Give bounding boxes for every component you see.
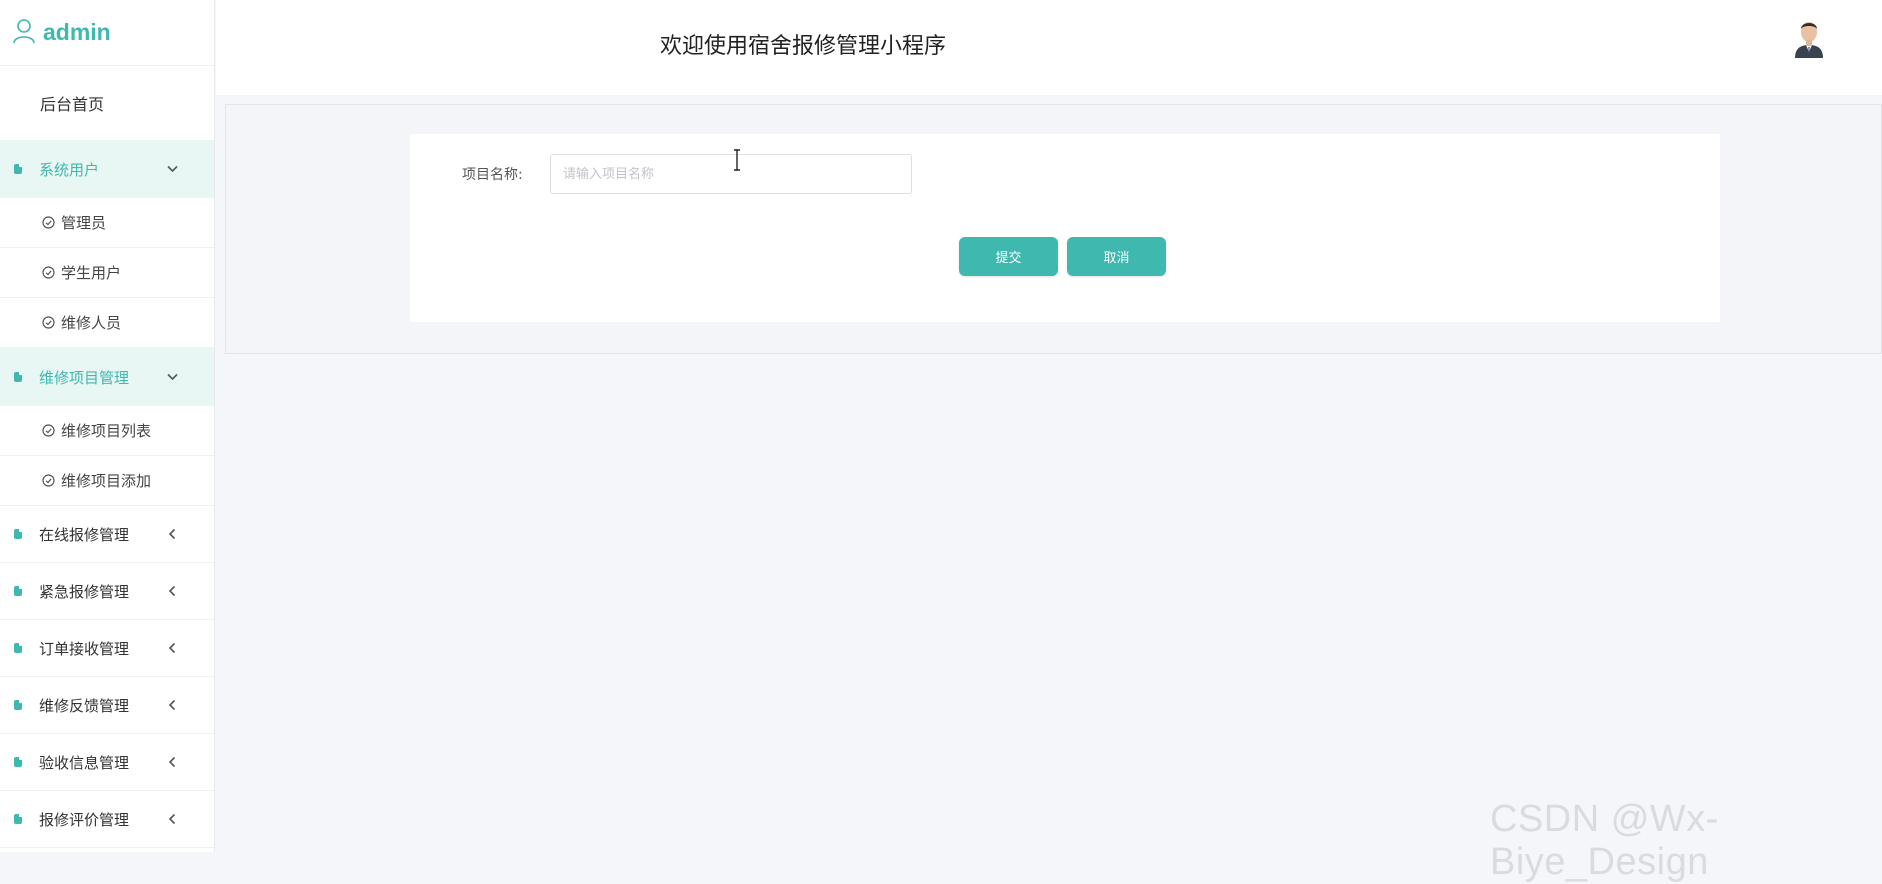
- sidebar-item-label: 维修人员: [61, 314, 122, 332]
- document-icon: [14, 700, 22, 710]
- user-icon: [12, 18, 36, 48]
- document-icon: [14, 529, 22, 539]
- document-icon: [14, 164, 22, 174]
- submit-button[interactable]: 提交: [959, 237, 1058, 276]
- chevron-left-icon: [166, 528, 179, 541]
- sidebar-group-repair-items[interactable]: 维修项目管理: [0, 348, 214, 406]
- chevron-down-icon: [166, 163, 179, 176]
- document-icon: [14, 757, 22, 767]
- sidebar-group-order-receive[interactable]: 订单接收管理: [0, 620, 214, 677]
- document-icon: [14, 814, 22, 824]
- check-circle-icon: [42, 216, 55, 229]
- sidebar-group-online-repair[interactable]: 在线报修管理: [0, 506, 214, 563]
- sidebar-group-label: 系统用户: [39, 160, 100, 179]
- sidebar-item-label: 管理员: [61, 214, 107, 232]
- page-title: 欢迎使用宿舍报修管理小程序: [660, 34, 947, 59]
- sidebar-group-label: 报修评价管理: [39, 810, 130, 829]
- avatar[interactable]: [1791, 16, 1827, 58]
- sidebar-item-repair-list[interactable]: 维修项目列表: [0, 406, 214, 456]
- sidebar-item-home[interactable]: 后台首页: [0, 66, 214, 140]
- sidebar-item-label: 维修项目添加: [61, 472, 152, 490]
- sidebar-item-repair-staff[interactable]: 维修人员: [0, 298, 214, 348]
- sidebar-group-label: 维修反馈管理: [39, 696, 130, 715]
- sidebar: admin 后台首页 系统用户 管理员 学生用户 维修人员 维修项目管理 维修项…: [0, 0, 215, 852]
- check-circle-icon: [42, 474, 55, 487]
- sidebar-item-admins[interactable]: 管理员: [0, 198, 214, 248]
- sidebar-group-label: 验收信息管理: [39, 753, 130, 772]
- cancel-button[interactable]: 取消: [1067, 237, 1166, 276]
- chevron-left-icon: [166, 585, 179, 598]
- sidebar-item-label: 维修项目列表: [61, 422, 152, 440]
- sidebar-group-acceptance[interactable]: 验收信息管理: [0, 734, 214, 791]
- sidebar-group-label: 在线报修管理: [39, 525, 130, 544]
- sidebar-item-label: 后台首页: [40, 95, 105, 114]
- sidebar-group-label: 订单接收管理: [39, 639, 130, 658]
- sidebar-group-urgent-repair[interactable]: 紧急报修管理: [0, 563, 214, 620]
- top-header: 欢迎使用宿舍报修管理小程序: [216, 0, 1882, 95]
- sidebar-item-label: 学生用户: [61, 264, 122, 282]
- sidebar-item-students[interactable]: 学生用户: [0, 248, 214, 298]
- sidebar-group-label: 维修项目管理: [39, 368, 130, 387]
- watermark: CSDN @Wx-Biye_Design: [1490, 798, 1719, 883]
- check-circle-icon: [42, 424, 55, 437]
- sidebar-group-label: 紧急报修管理: [39, 582, 130, 601]
- project-name-input[interactable]: [550, 154, 912, 194]
- document-icon: [14, 372, 22, 382]
- sidebar-group-system-users[interactable]: 系统用户: [0, 140, 214, 198]
- chevron-left-icon: [166, 642, 179, 655]
- sidebar-group-repair-feedback[interactable]: 维修反馈管理: [0, 677, 214, 734]
- document-icon: [14, 643, 22, 653]
- chevron-left-icon: [166, 813, 179, 826]
- check-circle-icon: [42, 266, 55, 279]
- chevron-left-icon: [166, 756, 179, 769]
- chevron-left-icon: [166, 699, 179, 712]
- check-circle-icon: [42, 316, 55, 329]
- sidebar-item-repair-add[interactable]: 维修项目添加: [0, 456, 214, 506]
- brand: admin: [0, 0, 214, 66]
- document-icon: [14, 586, 22, 596]
- form-card: 项目名称: 提交 取消: [410, 134, 1720, 322]
- project-name-label: 项目名称:: [462, 167, 523, 183]
- sidebar-group-repair-review[interactable]: 报修评价管理: [0, 791, 214, 848]
- chevron-down-icon: [166, 371, 179, 384]
- brand-name: admin: [43, 19, 111, 45]
- text-cursor-icon: [734, 149, 740, 171]
